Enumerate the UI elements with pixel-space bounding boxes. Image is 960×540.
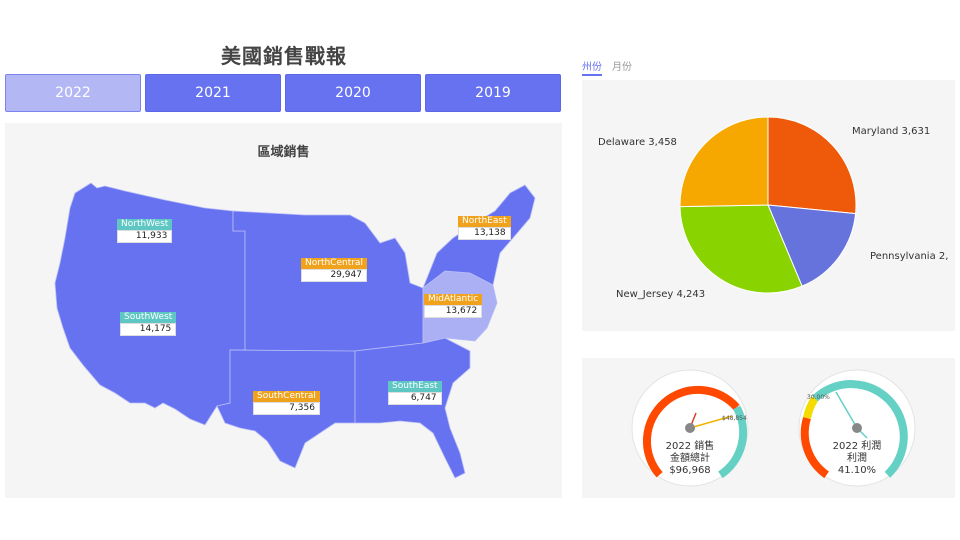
region-value: 6,747 [388, 392, 442, 405]
tab-month[interactable]: 月份 [612, 58, 632, 76]
map-region-central[interactable] [232, 210, 424, 364]
year-tab-2021[interactable]: 2021 [145, 74, 281, 112]
region-value: 14,175 [120, 323, 177, 336]
region-name: SouthWest [120, 312, 177, 323]
pie-label-pennsylvania: Pennsylvania 2, [870, 251, 949, 262]
profit-gauge-title: 2022 利潤 [832, 441, 882, 452]
region-label-northwest[interactable]: NorthWest 11,933 [117, 219, 173, 243]
sales-gauge-hub [685, 423, 695, 433]
region-label-southcentral[interactable]: SouthCentral 7,356 [253, 391, 320, 415]
gauges: $48,854 30.00% [631, 369, 916, 487]
region-label-midatlantic[interactable]: MidAtlantic 13,672 [424, 294, 483, 318]
pie-label-delaware: Delaware 3,458 [598, 137, 677, 148]
region-name: NorthEast [458, 216, 511, 227]
state-pie-panel: Maryland 3,631 Pennsylvania 2, New_Jerse… [582, 80, 955, 331]
region-label-southwest[interactable]: SouthWest 14,175 [120, 312, 177, 336]
pie-label-new-jersey: New_Jersey 4,243 [616, 289, 706, 300]
region-name: NorthWest [117, 219, 173, 230]
tab-state[interactable]: 州份 [582, 58, 602, 76]
region-value: 7,356 [253, 402, 320, 415]
region-value: 13,672 [424, 305, 483, 318]
regional-sales-panel: 區域銷售 NorthWest 11,933 NorthEast 13,138 N… [5, 123, 562, 498]
profit-gauge-text: 2022 利潤 利潤 41.10% [817, 441, 897, 477]
region-name: SouthCentral [253, 391, 320, 402]
region-name: MidAtlantic [424, 294, 483, 305]
map-region-southeast[interactable] [354, 337, 471, 479]
region-label-northeast[interactable]: NorthEast 13,138 [458, 216, 511, 240]
region-label-northcentral[interactable]: NorthCentral 29,947 [301, 258, 367, 282]
region-name: SouthEast [388, 381, 442, 392]
profit-gauge-subtitle: 利潤 [847, 453, 867, 464]
gauge-panel: $48,854 30.00% 2022 銷售 金額總計 $96,968 2022… [582, 358, 955, 498]
sales-gauge-subtitle: 金額總計 [670, 453, 710, 464]
chart-tab-bar: 州份 月份 [582, 58, 632, 76]
pie-slice-0[interactable] [767, 116, 857, 215]
sales-gauge-text: 2022 銷售 金額總計 $96,968 [650, 441, 730, 477]
region-value: 11,933 [117, 230, 173, 243]
profit-gauge-hub [852, 423, 862, 433]
profit-gauge-value: 41.10% [837, 465, 877, 476]
profit-gauge-tick: 30.00% [807, 394, 830, 401]
year-tab-2022[interactable]: 2022 [5, 74, 141, 112]
page-title: 美國銷售戰報 [221, 44, 347, 68]
sales-gauge-value: $96,968 [669, 465, 711, 476]
region-label-southeast[interactable]: SouthEast 6,747 [388, 381, 442, 405]
pie-slice-3[interactable] [679, 116, 769, 208]
region-value: 13,138 [458, 227, 511, 240]
sales-gauge-title: 2022 銷售 [665, 441, 715, 452]
year-tab-bar: 2022 2021 2020 2019 [5, 74, 561, 112]
sales-gauge-tick: $48,854 [722, 415, 747, 422]
region-name: NorthCentral [301, 258, 367, 269]
year-tab-2020[interactable]: 2020 [285, 74, 421, 112]
pie-label-maryland: Maryland 3,631 [852, 126, 931, 137]
region-value: 29,947 [301, 269, 367, 282]
year-tab-2019[interactable]: 2019 [425, 74, 561, 112]
